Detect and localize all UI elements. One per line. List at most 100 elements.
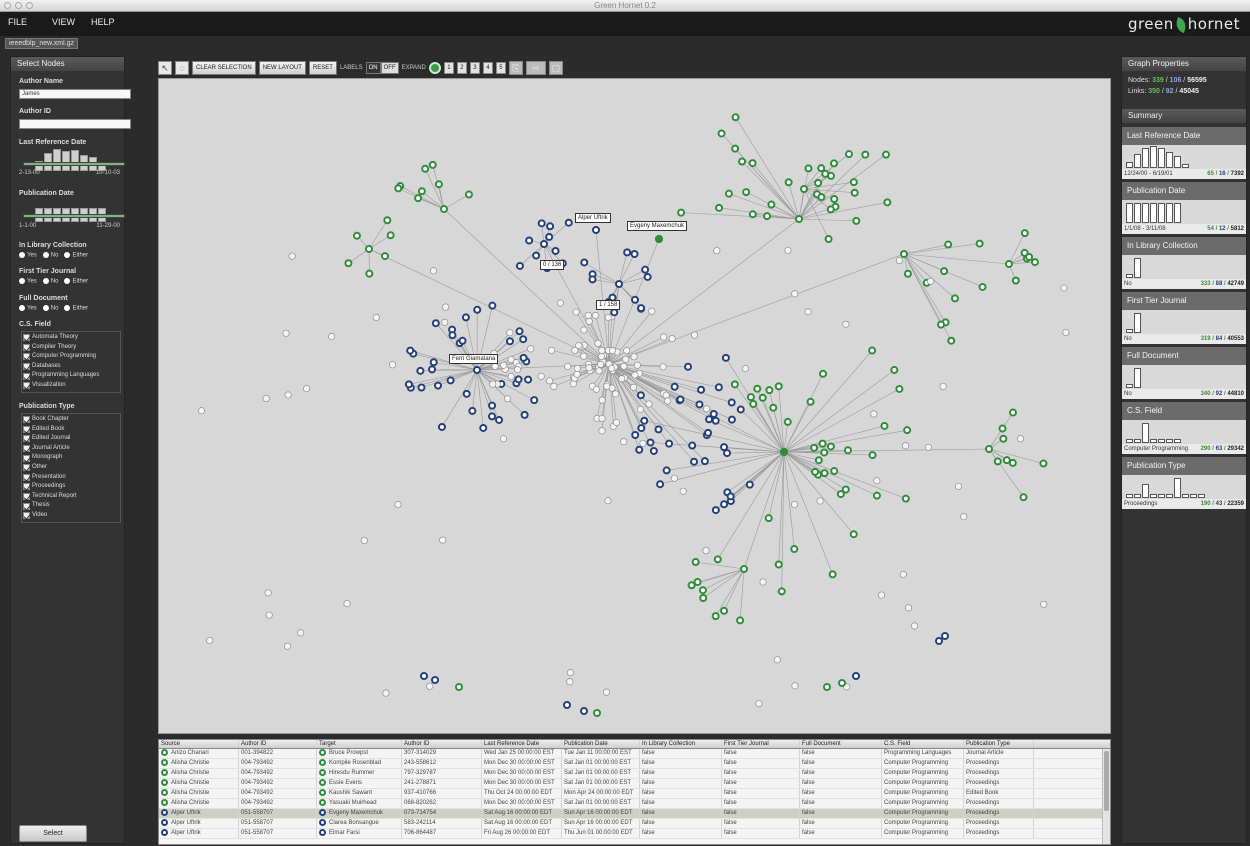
graph-node-grey[interactable] xyxy=(612,418,621,427)
graph-node-green[interactable] xyxy=(711,612,720,621)
histogram-bar[interactable] xyxy=(1174,478,1181,498)
column-header[interactable]: First Tier Journal xyxy=(722,740,800,748)
graph-node-green[interactable] xyxy=(1030,258,1039,267)
graph-node-blue[interactable] xyxy=(448,331,457,340)
graph-node-green[interactable] xyxy=(767,200,776,209)
graph-node-blue[interactable] xyxy=(665,439,674,448)
graph-node-blue[interactable] xyxy=(446,376,455,385)
summary-histogram[interactable] xyxy=(1122,420,1246,444)
graph-node-blue[interactable] xyxy=(462,389,471,398)
graph-node-blue[interactable] xyxy=(615,280,623,288)
graph-node-blue[interactable] xyxy=(416,366,425,375)
file-tab[interactable]: ieeedblp_new.xml.gz xyxy=(5,38,78,49)
graph-node-grey[interactable] xyxy=(645,400,653,408)
graph-node-blue[interactable] xyxy=(530,396,539,405)
graph-node-green[interactable] xyxy=(795,215,803,223)
graph-node-grey[interactable] xyxy=(895,256,903,265)
graph-node-grey[interactable] xyxy=(870,410,878,418)
graph-node-green[interactable] xyxy=(717,129,726,138)
graph-node-blue[interactable] xyxy=(631,295,640,304)
graph-node-grey[interactable] xyxy=(556,299,564,307)
graph-node-green[interactable] xyxy=(826,171,835,180)
column-header[interactable]: Author ID xyxy=(239,740,317,748)
graph-node-green[interactable] xyxy=(713,555,722,564)
graph-node-green[interactable] xyxy=(698,586,707,595)
graph-node-green[interactable] xyxy=(434,180,443,189)
menu-help[interactable]: HELP xyxy=(91,17,115,27)
graph-node-grey[interactable] xyxy=(360,536,368,545)
graph-node-blue[interactable] xyxy=(514,375,523,384)
graph-node-green[interactable] xyxy=(738,157,747,166)
graph-node-green[interactable] xyxy=(950,294,959,303)
graph-node-green[interactable] xyxy=(844,150,853,159)
checkbox-checked-icon[interactable] xyxy=(23,363,30,371)
graph-node-grey[interactable] xyxy=(904,604,912,612)
graph-node-green[interactable] xyxy=(455,683,463,691)
graph-node-blue[interactable] xyxy=(852,672,860,680)
publication-type-checkbox[interactable]: Thesis xyxy=(22,501,120,511)
graph-node-green[interactable] xyxy=(421,164,430,173)
graph-node-blue[interactable] xyxy=(623,248,632,257)
checkbox-checked-icon[interactable] xyxy=(23,382,30,390)
graph-node-blue[interactable] xyxy=(458,336,467,345)
publication-type-checkbox[interactable]: Proceedings xyxy=(22,482,120,492)
last-reference-date-slider[interactable] xyxy=(23,162,125,166)
summary-histogram[interactable] xyxy=(1122,475,1246,499)
graph-node-blue[interactable] xyxy=(473,366,481,374)
graph-node-grey[interactable] xyxy=(548,346,556,354)
graph-node-blue[interactable] xyxy=(468,406,477,415)
graph-node-green[interactable] xyxy=(818,439,827,448)
graph-node-green[interactable] xyxy=(464,190,473,199)
histogram-bar[interactable] xyxy=(1142,203,1149,223)
histogram-bar[interactable] xyxy=(1142,423,1149,443)
graph-node-grey[interactable] xyxy=(206,636,214,645)
graph-node-green[interactable] xyxy=(1008,408,1017,417)
graph-node-grey[interactable] xyxy=(265,611,273,619)
graph-node-grey[interactable] xyxy=(816,497,824,505)
publication-type-checkbox[interactable]: Journal Article xyxy=(22,444,120,454)
graph-node-grey[interactable] xyxy=(597,360,605,368)
graph-node-blue[interactable] xyxy=(704,428,713,437)
graph-node-grey[interactable] xyxy=(623,346,631,355)
graph-node-green[interactable] xyxy=(769,403,778,412)
histogram-bar[interactable] xyxy=(1158,494,1165,498)
summary-histogram[interactable] xyxy=(1122,255,1246,279)
graph-node-grey[interactable] xyxy=(612,390,620,398)
graph-node-green[interactable] xyxy=(784,178,793,187)
radio-either[interactable]: Either xyxy=(64,252,88,259)
histogram-bar[interactable] xyxy=(1158,148,1165,168)
pointer-tool-icon[interactable]: ↖ xyxy=(158,60,172,75)
graph-node-green[interactable] xyxy=(749,399,758,408)
summary-histogram[interactable] xyxy=(1122,145,1246,169)
graph-hub-node[interactable] xyxy=(655,235,663,243)
graph-node-grey[interactable] xyxy=(506,329,514,337)
graph-node-blue[interactable] xyxy=(697,385,706,394)
graph-node-green[interactable] xyxy=(852,216,861,225)
graph-node-blue[interactable] xyxy=(473,305,482,314)
graph-node-grey[interactable] xyxy=(491,362,499,370)
checkbox-checked-icon[interactable] xyxy=(23,512,30,520)
histogram-bar[interactable] xyxy=(1126,329,1133,333)
graph-node-blue[interactable] xyxy=(551,246,560,255)
graph-node-grey[interactable] xyxy=(954,482,962,490)
graph-node-green[interactable] xyxy=(746,393,755,402)
graph-node-grey[interactable] xyxy=(569,380,577,388)
graph-node-grey[interactable] xyxy=(550,382,558,390)
expand-node-icon[interactable] xyxy=(428,61,441,74)
graph-node-green[interactable] xyxy=(828,570,837,579)
expand-level-1[interactable]: 1 xyxy=(443,61,454,74)
summary-histogram[interactable] xyxy=(1122,365,1246,389)
graph-node-green[interactable] xyxy=(999,434,1008,443)
graph-node-blue[interactable] xyxy=(580,258,589,267)
publication-type-checkbox[interactable]: Technical Report xyxy=(22,492,120,502)
graph-node-grey[interactable] xyxy=(598,346,606,355)
graph-node-grey[interactable] xyxy=(1016,435,1025,443)
graph-node-green[interactable] xyxy=(1020,229,1029,238)
graph-node-blue[interactable] xyxy=(417,383,426,392)
table-row[interactable]: Alisha Christie 004-793492 Yasuaki Muirhea… xyxy=(159,799,1110,809)
graph-node-grey[interactable] xyxy=(910,622,919,630)
graph-node-grey[interactable] xyxy=(741,365,749,373)
histogram-bar[interactable] xyxy=(1166,439,1173,443)
graph-node-grey[interactable] xyxy=(604,313,612,321)
graph-node-green[interactable] xyxy=(836,490,845,499)
